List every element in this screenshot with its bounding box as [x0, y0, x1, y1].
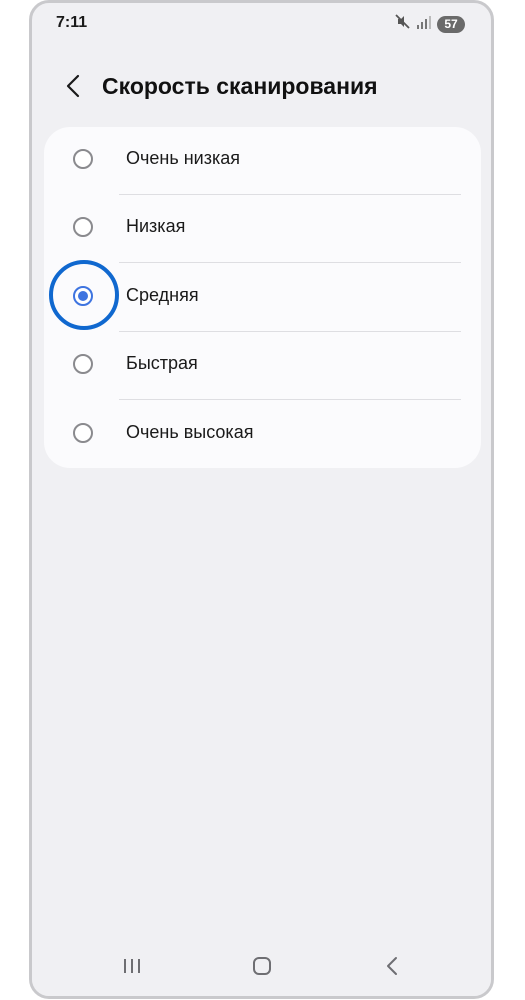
option-medium[interactable]: Средняя	[44, 260, 481, 332]
header: Скорость сканирования	[32, 61, 491, 117]
radio-button[interactable]	[73, 423, 93, 443]
nav-back-button[interactable]	[378, 954, 406, 982]
phone-frame: 7:11 57 Скорость сканирования Очень низк…	[29, 0, 494, 999]
mute-icon	[395, 14, 410, 34]
back-button[interactable]	[58, 73, 88, 103]
scan-speed-options-card: Очень низкая Низкая Средняя Быстрая Очен…	[44, 127, 481, 468]
status-time: 7:11	[56, 14, 88, 31]
signal-icon	[416, 15, 431, 34]
page-title: Скорость сканирования	[102, 73, 378, 99]
recents-icon	[122, 957, 142, 980]
option-fast[interactable]: Быстрая	[44, 332, 481, 400]
back-icon	[385, 956, 399, 981]
battery-icon: 57	[437, 15, 465, 33]
option-very-low[interactable]: Очень низкая	[44, 127, 481, 195]
status-icons: 57	[395, 14, 465, 34]
option-low[interactable]: Низкая	[44, 195, 481, 263]
status-bar: 7:11 57	[32, 3, 491, 43]
option-label: Очень низкая	[126, 148, 240, 168]
option-label: Очень высокая	[126, 422, 254, 442]
navigation-bar	[32, 940, 491, 996]
option-label: Низкая	[126, 216, 186, 236]
radio-button[interactable]	[73, 149, 93, 169]
home-icon	[252, 956, 272, 981]
radio-button-selected[interactable]	[73, 286, 93, 306]
option-label: Средняя	[126, 285, 199, 305]
divider	[119, 399, 461, 400]
chevron-left-icon	[66, 74, 80, 103]
home-button[interactable]	[248, 954, 276, 982]
recents-button[interactable]	[118, 954, 146, 982]
radio-button[interactable]	[73, 354, 93, 374]
radio-button[interactable]	[73, 217, 93, 237]
divider	[119, 262, 461, 263]
option-very-high[interactable]: Очень высокая	[44, 401, 481, 469]
option-label: Быстрая	[126, 353, 198, 373]
